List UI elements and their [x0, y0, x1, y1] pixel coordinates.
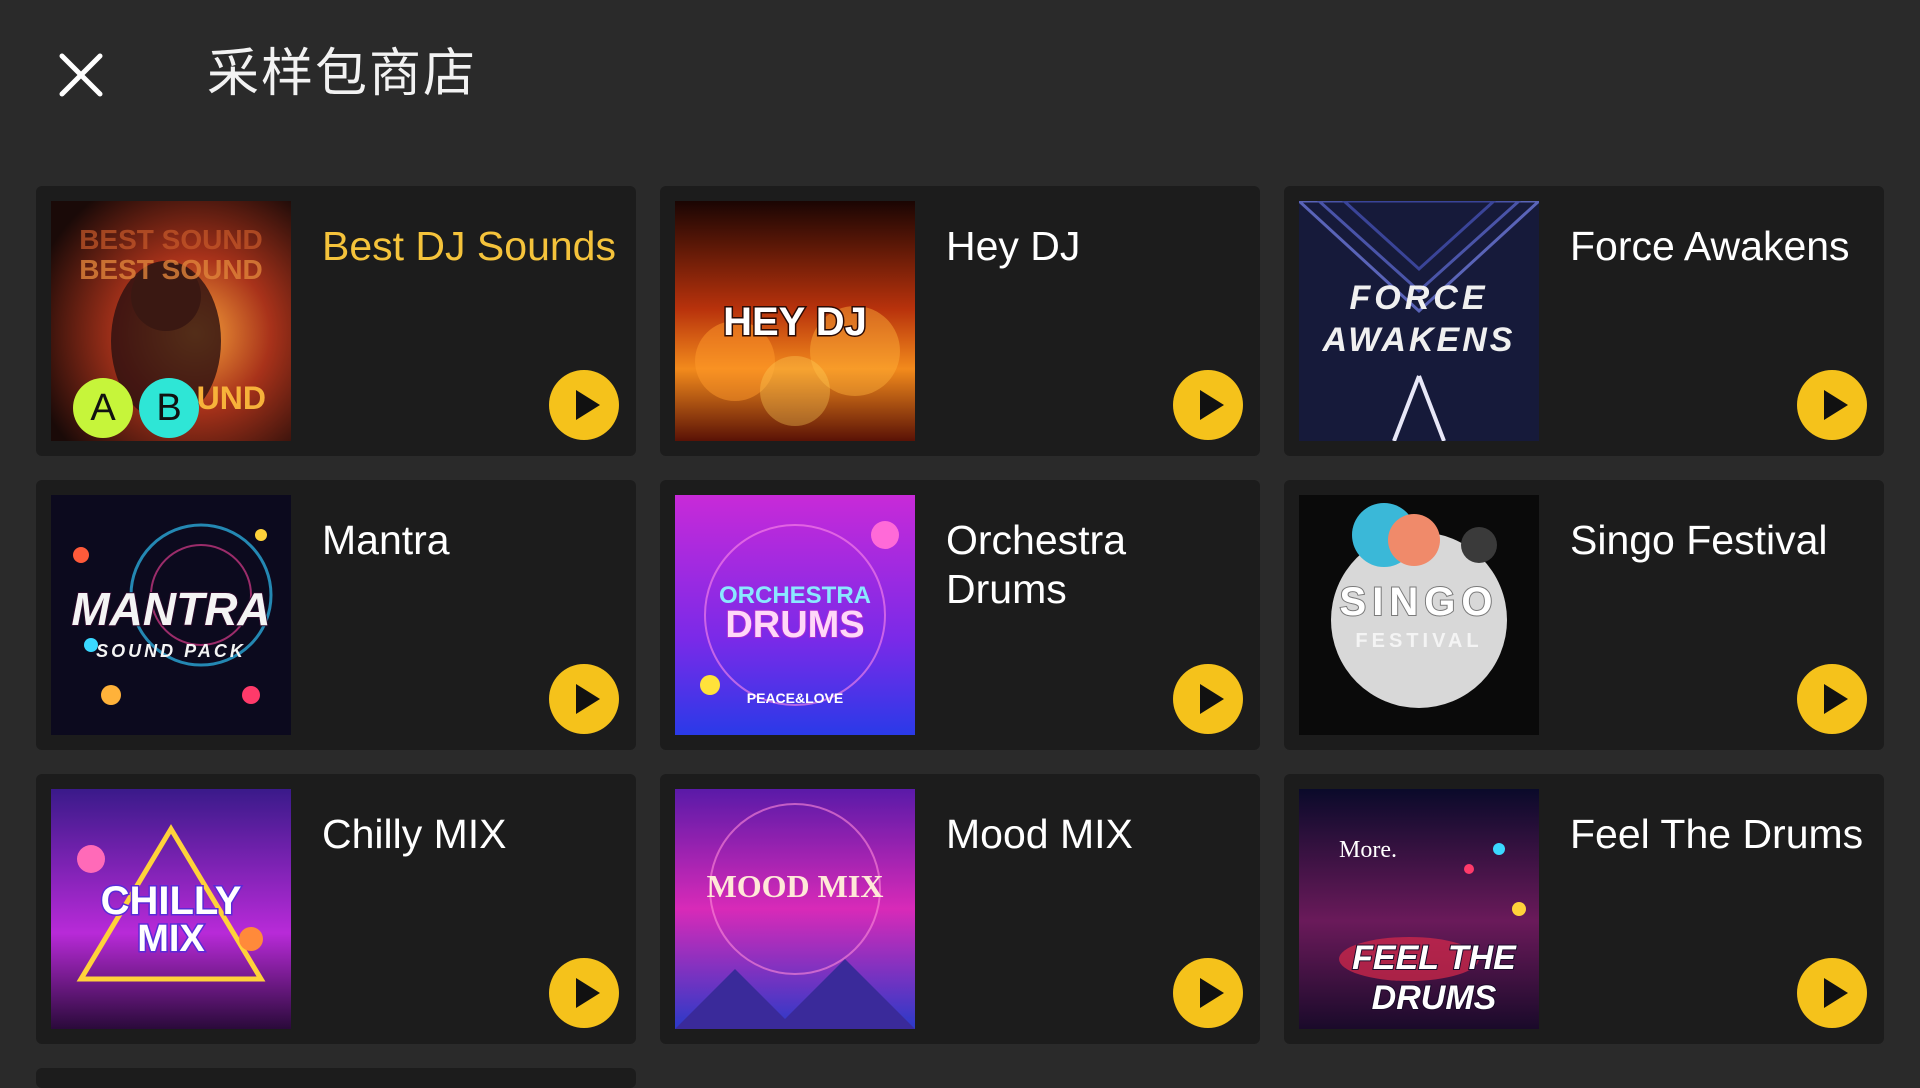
svg-text:MANTRA: MANTRA: [71, 583, 270, 635]
play-button[interactable]: [549, 370, 619, 440]
play-button[interactable]: [1173, 370, 1243, 440]
play-icon: [1200, 684, 1224, 714]
svg-text:FESTIVAL: FESTIVAL: [1355, 630, 1482, 652]
play-icon: [576, 978, 600, 1008]
pack-cover: CHILLY MIX: [51, 789, 291, 1029]
pack-title: Best DJ Sounds: [322, 223, 616, 269]
pack-cover: FORCE AWAKENS: [1299, 201, 1539, 441]
pack-title: Orchestra Drums: [946, 517, 1126, 612]
pack-title: Mood MIX: [946, 811, 1133, 857]
svg-text:DRUMS: DRUMS: [1372, 979, 1497, 1017]
svg-text:MOOD MIX: MOOD MIX: [707, 868, 884, 904]
play-icon: [1200, 390, 1224, 420]
svg-text:FORCE: FORCE: [1350, 279, 1489, 317]
svg-text:SOUND PACK: SOUND PACK: [96, 641, 246, 661]
play-button[interactable]: [1173, 958, 1243, 1028]
svg-text:More.: More.: [1339, 837, 1397, 863]
play-button[interactable]: [1797, 370, 1867, 440]
pack-card-hey-dj[interactable]: HEY DJ Hey DJ: [660, 186, 1260, 456]
svg-text:PEACE&LOVE: PEACE&LOVE: [747, 690, 843, 706]
pack-card-partial: [36, 1068, 636, 1088]
svg-text:DRUMS: DRUMS: [725, 604, 864, 646]
deck-b-badge: B: [139, 378, 199, 438]
pack-cover: MANTRA SOUND PACK: [51, 495, 291, 735]
play-icon: [576, 390, 600, 420]
svg-text:SINGO: SINGO: [1340, 580, 1499, 624]
play-icon: [576, 684, 600, 714]
play-icon: [1824, 390, 1848, 420]
pack-card-feel-the-drums[interactable]: More. FEEL THE DRUMS Feel The Drums: [1284, 774, 1884, 1044]
pack-card-force-awakens[interactable]: FORCE AWAKENS Force Awakens: [1284, 186, 1884, 456]
pack-card-orchestra-drums[interactable]: ORCHESTRA DRUMS PEACE&LOVE Orchestra Dru…: [660, 480, 1260, 750]
svg-text:BEST SOUND: BEST SOUND: [79, 254, 263, 285]
play-button[interactable]: [549, 958, 619, 1028]
deck-a-badge: A: [73, 378, 133, 438]
sample-pack-grid: BEST SOUND BEST SOUND OUND A B Best DJ S…: [36, 186, 1884, 1044]
pack-card-chilly-mix[interactable]: CHILLY MIX Chilly MIX: [36, 774, 636, 1044]
pack-title: Feel The Drums: [1570, 811, 1864, 857]
svg-text:CHILLY: CHILLY: [101, 879, 242, 923]
pack-card-best-dj-sounds[interactable]: BEST SOUND BEST SOUND OUND A B Best DJ S…: [36, 186, 636, 456]
svg-text:BEST SOUND: BEST SOUND: [79, 224, 263, 255]
pack-cover: BEST SOUND BEST SOUND OUND A B: [51, 201, 291, 441]
play-button[interactable]: [1797, 664, 1867, 734]
play-button[interactable]: [1173, 664, 1243, 734]
svg-text:AWAKENS: AWAKENS: [1322, 321, 1516, 359]
close-button[interactable]: [56, 50, 106, 100]
pack-cover: MOOD MIX: [675, 789, 915, 1029]
close-icon: [59, 53, 103, 97]
play-button[interactable]: [1797, 958, 1867, 1028]
play-button[interactable]: [549, 664, 619, 734]
pack-title: Chilly MIX: [322, 811, 507, 857]
pack-cover: SINGO FESTIVAL: [1299, 495, 1539, 735]
play-icon: [1824, 978, 1848, 1008]
svg-text:FEEL THE: FEEL THE: [1352, 939, 1517, 977]
pack-cover: HEY DJ: [675, 201, 915, 441]
pack-title: Force Awakens: [1570, 223, 1850, 269]
pack-title: Mantra: [322, 517, 450, 563]
svg-text:HEY DJ: HEY DJ: [723, 300, 867, 344]
pack-card-mood-mix[interactable]: MOOD MIX Mood MIX: [660, 774, 1260, 1044]
app-header: 采样包商店: [0, 0, 1920, 150]
pack-title: Hey DJ: [946, 223, 1081, 269]
pack-cover: More. FEEL THE DRUMS: [1299, 789, 1539, 1029]
pack-cover: ORCHESTRA DRUMS PEACE&LOVE: [675, 495, 915, 735]
play-icon: [1200, 978, 1224, 1008]
pack-card-mantra[interactable]: MANTRA SOUND PACK Mantra: [36, 480, 636, 750]
pack-card-singo-festival[interactable]: SINGO FESTIVAL Singo Festival: [1284, 480, 1884, 750]
play-icon: [1824, 684, 1848, 714]
pack-title: Singo Festival: [1570, 517, 1828, 563]
svg-text:MIX: MIX: [137, 918, 205, 960]
page-title: 采样包商店: [207, 44, 478, 104]
